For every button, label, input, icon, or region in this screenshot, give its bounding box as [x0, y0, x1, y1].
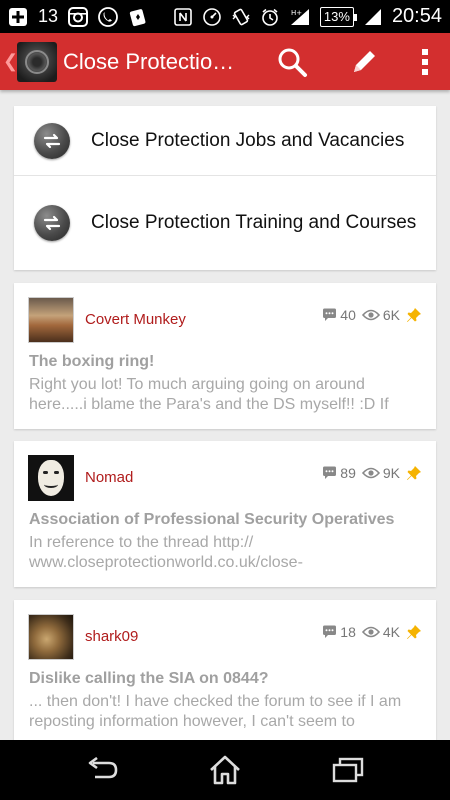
back-icon: [88, 757, 117, 779]
topic-snippet: In reference to the thread http:// www.c…: [29, 534, 303, 571]
overflow-menu-button[interactable]: [400, 33, 450, 90]
topic-stats: 89 9K: [322, 465, 422, 481]
instagram-icon: [68, 6, 89, 27]
back-button[interactable]: [62, 740, 142, 800]
topic-stats: 18 4K: [322, 624, 422, 640]
recent-apps-icon: [333, 757, 364, 783]
recent-apps-button[interactable]: [308, 740, 388, 800]
eye-icon: [361, 309, 380, 321]
search-button[interactable]: [256, 33, 328, 90]
app-logo[interactable]: [17, 41, 57, 82]
signal-bars-icon: [363, 7, 383, 27]
battery-indicator: 13%: [319, 6, 357, 27]
topic-stats: 40 6K: [322, 307, 422, 323]
phone-call-icon: [98, 6, 118, 27]
clock: 20:54: [391, 5, 442, 27]
home-icon: [210, 755, 240, 785]
forum-arrows-icon: [34, 205, 70, 241]
signal-icon: H+: [289, 7, 311, 27]
topic-card[interactable]: Nomad 89 9K Association of Professional …: [14, 441, 436, 587]
avatar[interactable]: [28, 614, 74, 660]
topic-author[interactable]: shark09: [85, 628, 138, 645]
topic-author[interactable]: Nomad: [85, 469, 133, 486]
view-count: 6K: [382, 307, 400, 323]
pin-icon: [407, 625, 421, 639]
topic-title: Dislike calling the SIA on 0844?: [29, 670, 269, 687]
pencil-icon: [354, 50, 375, 72]
eye-icon: [361, 626, 380, 638]
forum-arrows-icon: [34, 122, 70, 159]
reply-count: 89: [340, 465, 356, 481]
comment-icon: [323, 466, 337, 479]
topic-snippet: ... then don't! I have checked the forum…: [29, 693, 402, 730]
search-icon: [278, 48, 307, 77]
reply-count: 18: [340, 624, 356, 640]
comment-icon: [323, 308, 337, 321]
topic-card[interactable]: Covert Munkey 40 6K The boxing ring! Rig…: [14, 283, 436, 429]
category-label: Close Protection Jobs and Vacancies: [91, 129, 405, 151]
action-bar: ❮ Close Protectio…: [0, 33, 450, 90]
category-list: Close Protection Jobs and Vacancies Clos…: [14, 106, 436, 270]
topic-card[interactable]: shark09 18 4K Dislike calling the SIA on…: [14, 600, 436, 746]
category-item-training[interactable]: Close Protection Training and Courses: [14, 176, 436, 270]
eye-icon: [361, 467, 380, 479]
view-count: 9K: [382, 465, 400, 481]
data-saver-icon: [202, 7, 222, 27]
topic-snippet: Right you lot! To much arguing going on …: [29, 376, 389, 413]
notification-count: 13: [38, 6, 59, 26]
topic-title: The boxing ring!: [29, 353, 155, 370]
more-vert-icon: [422, 48, 428, 75]
home-button[interactable]: [185, 740, 265, 800]
nfc-icon: [173, 7, 193, 27]
avatar[interactable]: [28, 297, 74, 343]
svg-text:H+: H+: [291, 9, 302, 17]
add-notification-icon: [8, 7, 28, 27]
up-chevron-icon[interactable]: ❮: [3, 51, 18, 72]
comment-icon: [323, 625, 337, 638]
pin-icon: [407, 466, 421, 480]
category-label: Close Protection Training and Courses: [91, 212, 417, 233]
vibrate-icon: [231, 7, 251, 27]
reply-count: 40: [340, 307, 356, 323]
topic-title: Association of Professional Security Ope…: [29, 511, 395, 528]
compose-button[interactable]: [328, 33, 400, 90]
avatar[interactable]: [28, 455, 74, 501]
pin-icon: [407, 308, 421, 322]
view-count: 4K: [382, 624, 400, 640]
system-nav-bar: [0, 740, 450, 800]
app-title: Close Protectio…: [63, 48, 235, 74]
topic-author[interactable]: Covert Munkey: [85, 311, 186, 328]
alarm-icon: [260, 7, 280, 27]
category-item-jobs[interactable]: Close Protection Jobs and Vacancies: [14, 106, 436, 176]
playing-card-icon: [128, 7, 148, 27]
status-bar: 13 H+ 13% 20:54: [0, 0, 450, 33]
